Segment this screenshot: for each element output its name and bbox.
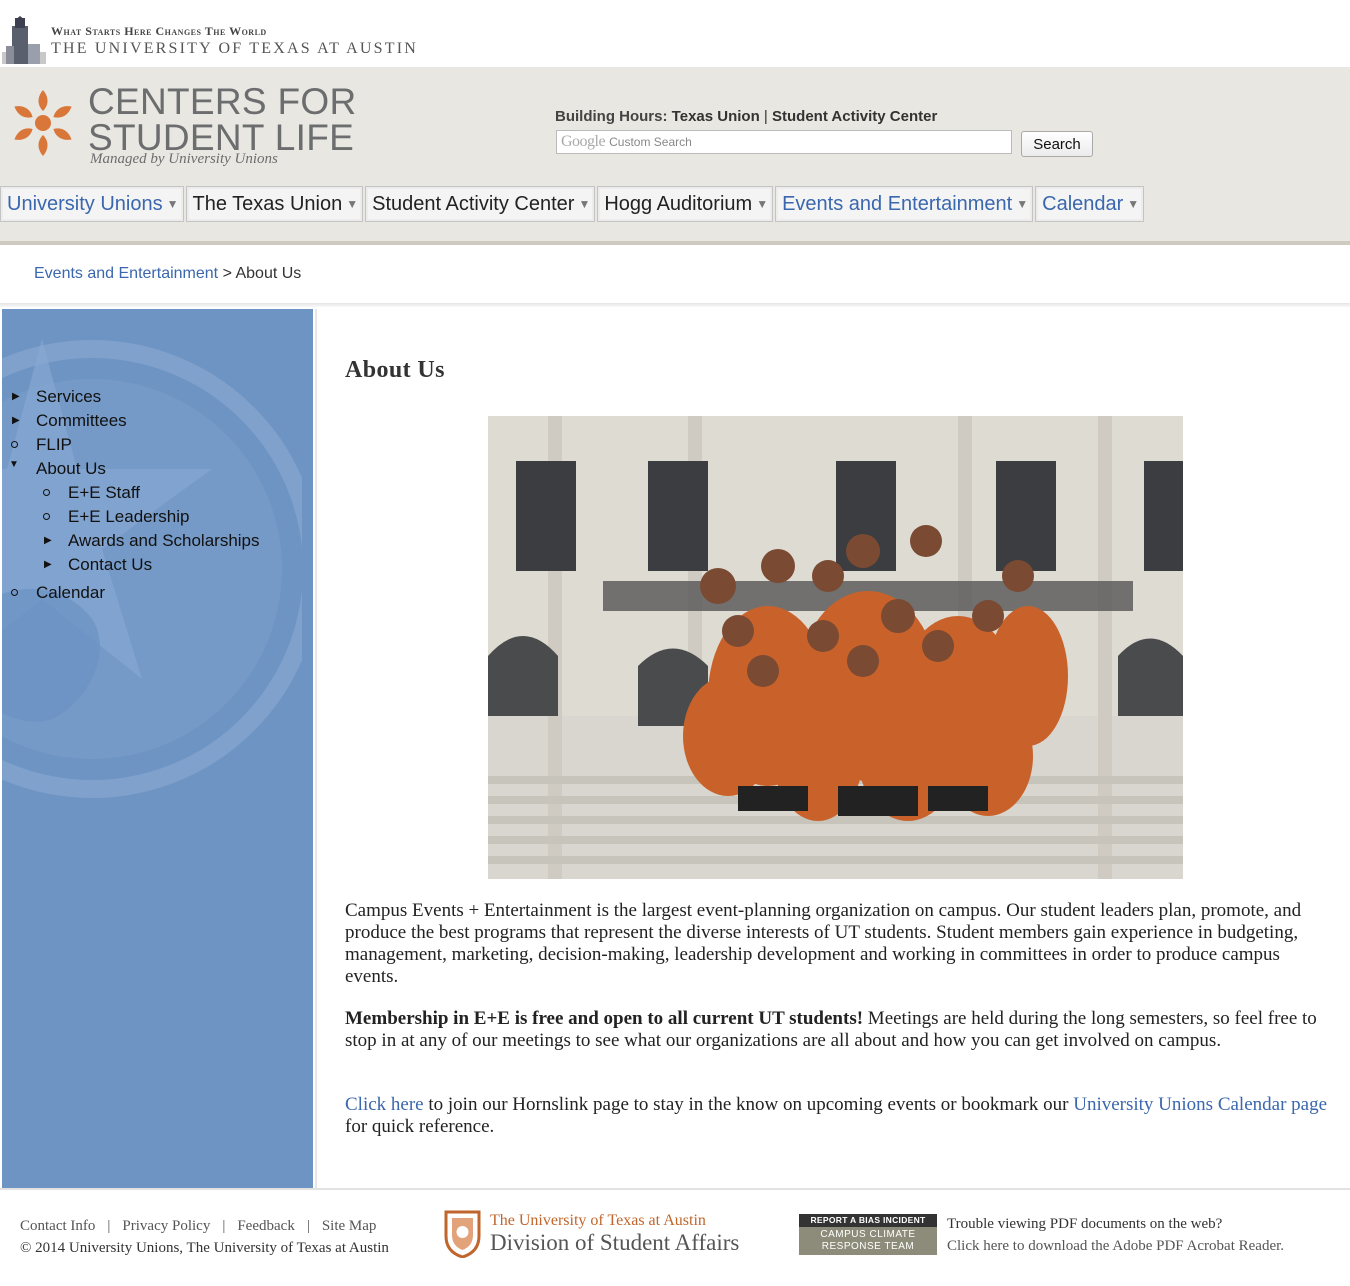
nav-texas-union[interactable]: The Texas Union ▼ <box>185 186 364 222</box>
sidebar-item-label[interactable]: About Us <box>36 457 106 481</box>
group-photo <box>488 416 1183 879</box>
nav-calendar[interactable]: Calendar ▼ <box>1035 186 1145 222</box>
hours-separator: | <box>763 108 768 125</box>
nav-student-activity-center[interactable]: Student Activity Center ▼ <box>365 186 596 222</box>
footer: Contact Info | Privacy Policy | Feedback | Sit… <box>0 1188 1350 1286</box>
footer-link-site-map[interactable]: Site Map <box>322 1218 377 1234</box>
sidebar-item-label[interactable]: E+E Staff <box>68 481 140 505</box>
building-hours: Building Hours: Texas Union | Student Ac… <box>555 108 937 125</box>
footer-link-contact-info[interactable]: Contact Info <box>20 1218 95 1234</box>
page-title: About Us <box>345 357 445 383</box>
chevron-down-icon: ▼ <box>166 197 179 211</box>
copyright: © 2014 University Unions, The University… <box>20 1240 389 1256</box>
circle-bullet-icon <box>11 582 18 606</box>
breadcrumb-separator: > <box>222 265 232 282</box>
nav-label: Hogg Auditorium <box>604 192 753 215</box>
adobe-reader-link[interactable]: Click here to download the Adobe PDF Acr… <box>947 1238 1284 1255</box>
nav-university-unions[interactable]: University Unions ▼ <box>0 186 184 222</box>
nav-label: The Texas Union <box>192 192 343 215</box>
links-text-end: for quick reference. <box>345 1116 495 1137</box>
breadcrumb: Events and Entertainment > About Us <box>34 265 301 283</box>
breadcrumb-current: About Us <box>235 265 302 282</box>
main-nav: University Unions ▼ The Texas Union ▼ St… <box>0 186 1146 222</box>
chevron-down-icon: ▼ <box>578 197 591 211</box>
caret-right-icon: ▶ <box>12 415 20 426</box>
footer-separator: | <box>107 1218 111 1234</box>
ut-university-name[interactable]: THE UNIVERSITY OF TEXAS AT AUSTIN <box>51 40 418 58</box>
sidebar-item-label[interactable]: Services <box>36 385 101 409</box>
ut-seal-icon[interactable] <box>444 1210 481 1258</box>
caret-right-icon: ▶ <box>44 559 52 570</box>
nav-label: Calendar <box>1042 192 1124 215</box>
chevron-down-icon: ▼ <box>756 197 769 211</box>
links-text: to join our Hornslink page to stay in th… <box>423 1094 1074 1115</box>
intro-paragraph: Campus Events + Entertainment is the lar… <box>345 900 1302 987</box>
links-paragraph: Click here to join our Hornslink page to… <box>345 1094 1330 1138</box>
bias-line2: RESPONSE TEAM <box>821 1241 915 1252</box>
circle-bullet-icon <box>43 482 50 506</box>
caret-right-icon: ▶ <box>12 391 20 402</box>
nav-events-and-entertainment[interactable]: Events and Entertainment ▼ <box>775 186 1034 222</box>
circle-bullet-icon <box>43 506 50 530</box>
chevron-down-icon: ▼ <box>346 197 359 211</box>
building-hours-label: Building Hours: <box>555 108 668 125</box>
bias-line1: CAMPUS CLIMATE <box>820 1229 916 1240</box>
texas-union-hours-link[interactable]: Texas Union <box>672 108 760 125</box>
ut-tagline: What Starts Here Changes The World <box>51 24 267 38</box>
footer-links: Contact Info | Privacy Policy | Feedback | Sit… <box>20 1218 376 1235</box>
calendar-page-link[interactable]: University Unions Calendar page <box>1073 1094 1327 1115</box>
brand-subtitle: Managed by University Unions <box>90 151 278 167</box>
sidebar-item-label[interactable]: Contact Us <box>68 553 152 577</box>
google-logo-mark: Google <box>561 133 606 150</box>
brand-title-line1[interactable]: CENTERS FOR <box>88 83 356 120</box>
sidebar-item-label[interactable]: FLIP <box>36 433 72 457</box>
membership-paragraph: Membership in E+E is free and open to al… <box>345 1008 1330 1052</box>
pdf-help-question: Trouble viewing PDF documents on the web… <box>947 1216 1223 1232</box>
dsa-division-name[interactable]: Division of Student Affairs <box>490 1230 739 1256</box>
dsa-university-name[interactable]: The University of Texas at Austin <box>490 1212 706 1230</box>
membership-highlight: Membership in E+E is free and open to al… <box>345 1008 864 1029</box>
nav-label: University Unions <box>7 192 163 215</box>
chevron-down-icon: ▼ <box>1016 197 1029 211</box>
footer-link-feedback[interactable]: Feedback <box>237 1218 294 1234</box>
nav-hogg-auditorium[interactable]: Hogg Auditorium ▼ <box>597 186 774 222</box>
search-button[interactable]: Search <box>1021 131 1093 157</box>
ut-header-bar: What Starts Here Changes The World THE U… <box>0 0 1350 67</box>
nav-label: Events and Entertainment <box>782 192 1013 215</box>
csl-star-logo-icon[interactable] <box>6 87 80 159</box>
nav-label: Student Activity Center <box>372 192 575 215</box>
sidebar-item-label[interactable]: E+E Leadership <box>68 505 189 529</box>
hornslink-link[interactable]: Click here <box>345 1094 424 1115</box>
sidebar-item-label[interactable]: Awards and Scholarships <box>68 529 260 553</box>
footer-separator: | <box>306 1218 310 1234</box>
sidebar-item-label[interactable]: Calendar <box>36 581 105 605</box>
ut-tower-logo-icon[interactable] <box>2 16 46 64</box>
bias-badge-top: REPORT A BIAS INCIDENT <box>799 1214 937 1227</box>
bias-badge-bottom: CAMPUS CLIMATE RESPONSE TEAM <box>799 1227 937 1255</box>
search-input[interactable]: Google Custom Search <box>556 130 1012 154</box>
sac-hours-link[interactable]: Student Activity Center <box>772 108 937 125</box>
search-placeholder: Custom Search <box>609 135 692 149</box>
caret-down-icon: ▼ <box>9 459 19 470</box>
breadcrumb-parent-link[interactable]: Events and Entertainment <box>34 265 218 282</box>
breadcrumb-divider <box>0 303 1350 307</box>
footer-separator: | <box>222 1218 226 1234</box>
bias-incident-badge[interactable]: REPORT A BIAS INCIDENT CAMPUS CLIMATE RE… <box>799 1214 937 1256</box>
footer-link-privacy-policy[interactable]: Privacy Policy <box>122 1218 210 1234</box>
sidebar-item-label[interactable]: Committees <box>36 409 127 433</box>
main-content: About Us Campus Events + Entertainment i… <box>315 309 1350 1188</box>
caret-right-icon: ▶ <box>44 535 52 546</box>
chevron-down-icon: ▼ <box>1127 197 1140 211</box>
sidebar: ▶ Services ▶ Committees FLIP ▼ About Us … <box>2 309 313 1188</box>
